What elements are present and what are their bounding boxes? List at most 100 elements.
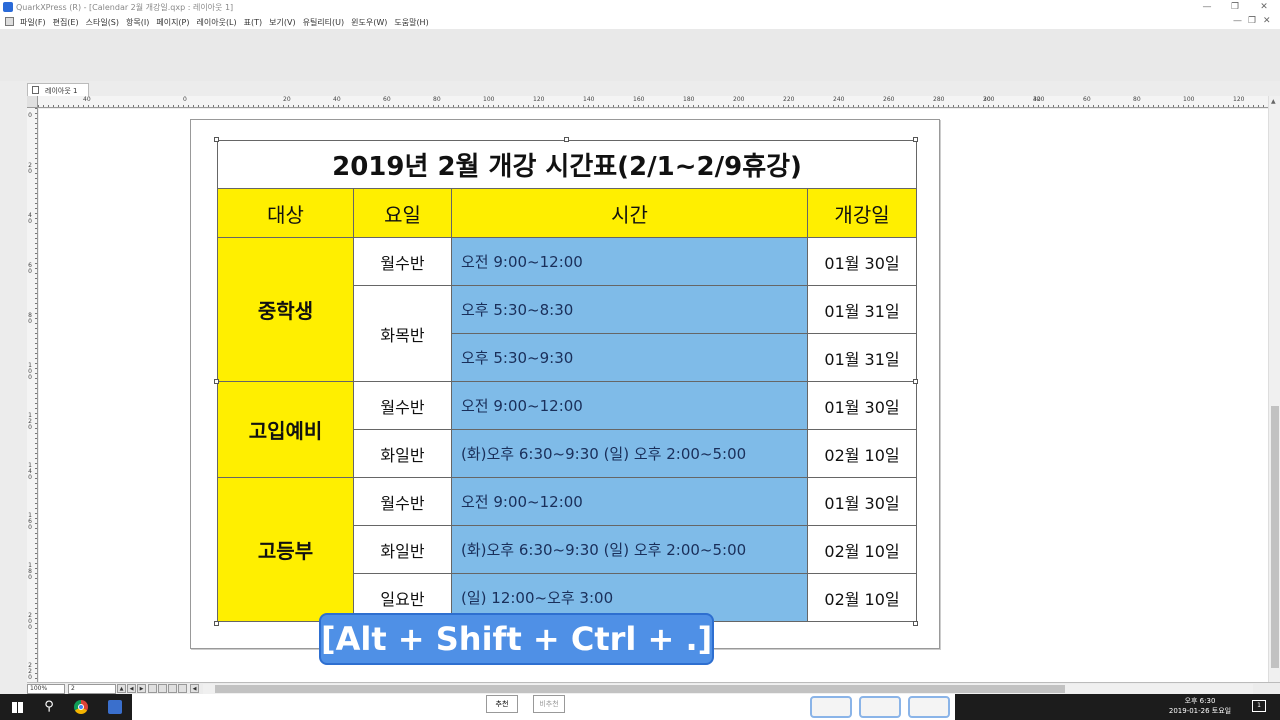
scroll-left-icon[interactable]: ◀ xyxy=(190,684,199,693)
column-header[interactable]: 시간 xyxy=(451,188,808,238)
menu-item[interactable]: 보기(V) xyxy=(269,18,295,27)
doc-restore-icon[interactable]: ❐ xyxy=(1248,16,1256,26)
vertical-ruler[interactable]: 0 2 0 4 0 6 0 8 0 1 0 0 1 2 0 1 4 0 1 6 0 1 8 0 2 … xyxy=(27,108,38,682)
notification-icon[interactable]: 1 xyxy=(1252,700,1266,712)
menu-item[interactable]: 레이아웃(L) xyxy=(197,18,237,27)
start-date-cell[interactable]: 01월 30일 xyxy=(806,381,918,430)
menu-item[interactable]: 항목(I) xyxy=(126,18,149,27)
vertical-scroll-thumb[interactable] xyxy=(1271,406,1279,668)
column-header[interactable]: 개강일 xyxy=(806,188,918,238)
thumbnail-1[interactable] xyxy=(810,696,852,718)
horizontal-scroll-thumb[interactable] xyxy=(215,685,1065,693)
ruler-tick-label: 2 0 xyxy=(28,162,32,175)
menu-item[interactable]: 윈도우(W) xyxy=(351,18,387,27)
minimize-icon[interactable]: — xyxy=(1201,1,1213,13)
scroll-up-icon[interactable]: ▲ xyxy=(1271,98,1276,105)
page-prev-icon[interactable]: ◀ xyxy=(127,684,136,693)
selection-handle[interactable] xyxy=(913,379,918,384)
doc-close-icon[interactable]: ✕ xyxy=(1263,16,1271,26)
view-spread-icon[interactable] xyxy=(158,684,167,693)
day-cell[interactable]: 화목반 xyxy=(353,285,452,382)
menu-item[interactable]: 편집(E) xyxy=(53,18,79,27)
not-recommend-button[interactable]: 비추천 xyxy=(533,695,565,713)
group-cell[interactable]: 고등부 xyxy=(217,477,354,622)
time-cell[interactable]: 오전 9:00~12:00 xyxy=(451,237,808,286)
close-icon[interactable]: ✕ xyxy=(1258,1,1270,13)
time-cell[interactable]: 오전 9:00~12:00 xyxy=(451,381,808,430)
menu-item[interactable]: 표(T) xyxy=(244,18,263,27)
chrome-taskbar-button[interactable] xyxy=(64,694,98,720)
day-cell[interactable]: 월수반 xyxy=(353,237,452,286)
selection-handle[interactable] xyxy=(564,137,569,142)
time-cell[interactable]: 오전 9:00~12:00 xyxy=(451,477,808,526)
system-clock[interactable]: 오후 6:30 2019-01-26 토요일 xyxy=(1160,696,1240,716)
day-cell[interactable]: 화일반 xyxy=(353,525,452,574)
horizontal-ruler[interactable]: 40 0 20 40 60 80 100 120 140 160 180 200 220 240 260 28… xyxy=(38,96,1268,108)
time-cell[interactable]: (화)오후 6:30~9:30 (일) 오후 2:00~5:00 xyxy=(451,525,808,574)
page-up-icon[interactable]: ▲ xyxy=(117,684,126,693)
start-date-cell[interactable]: 02월 10일 xyxy=(806,573,918,622)
ruler-tick-label: 60 xyxy=(1083,96,1091,103)
start-button[interactable] xyxy=(0,694,34,720)
column-header[interactable]: 대상 xyxy=(217,188,354,238)
ruler-tick-label: 60 xyxy=(383,96,391,103)
start-date-cell[interactable]: 01월 31일 xyxy=(806,285,918,334)
time-cell[interactable]: 오후 5:30~8:30 xyxy=(451,285,808,334)
thumbnail-3[interactable] xyxy=(908,696,950,718)
doc-minimize-icon[interactable]: — xyxy=(1233,16,1242,26)
taskbar: ⚲ 추천 비추천 오후 6:30 2019-01-26 토요일 1 xyxy=(0,694,1280,720)
group-cell[interactable]: 중학생 xyxy=(217,237,354,382)
quarkxpress-taskbar-button[interactable] xyxy=(98,694,132,720)
day-cell[interactable]: 월수반 xyxy=(353,381,452,430)
group-cell[interactable]: 고입예비 xyxy=(217,381,354,478)
selection-handle[interactable] xyxy=(913,621,918,626)
menu-item[interactable]: 도움말(H) xyxy=(394,18,428,27)
table-title[interactable]: 2019년 2월 개강 시간표(2/1~2/9휴강) xyxy=(216,140,918,189)
ruler-origin[interactable] xyxy=(27,96,38,108)
selection-handle[interactable] xyxy=(913,137,918,142)
start-date-cell[interactable]: 01월 31일 xyxy=(806,333,918,382)
time-cell[interactable]: 오후 5:30~9:30 xyxy=(451,333,808,382)
time-cell[interactable]: (화)오후 6:30~9:30 (일) 오후 2:00~5:00 xyxy=(451,429,808,478)
column-header[interactable]: 요일 xyxy=(353,188,452,238)
ruler-tick-label: 80 xyxy=(433,96,441,103)
page-number-field[interactable]: 2 xyxy=(68,684,116,694)
start-date-cell[interactable]: 02월 10일 xyxy=(806,525,918,574)
recommend-button[interactable]: 추천 xyxy=(486,695,518,713)
search-icon[interactable]: ⚲ xyxy=(34,694,64,720)
table-row: 중학생 월수반 오전 9:00~12:00 01월 30일 xyxy=(217,237,918,382)
start-date-cell[interactable]: 01월 30일 xyxy=(806,477,918,526)
start-date-cell[interactable]: 02월 10일 xyxy=(806,429,918,478)
day-cell[interactable]: 월수반 xyxy=(353,477,452,526)
title-bar: QuarkXPress (R) - [Calendar 2월 개강일.qxp :… xyxy=(0,0,1280,15)
menu-item[interactable]: 페이지(P) xyxy=(156,18,189,27)
ruler-tick-label: 120 xyxy=(533,96,545,103)
view-mode-icon[interactable] xyxy=(178,684,187,693)
menu-item[interactable]: 유틸리티(U) xyxy=(303,18,345,27)
tab-layout-1[interactable]: 레이아웃 1 xyxy=(27,83,89,96)
vertical-scrollbar[interactable]: ▲ xyxy=(1268,96,1280,682)
schedule-table[interactable]: 2019년 2월 개강 시간표(2/1~2/9휴강) 대상 요일 시간 개강일 중학생 월수… xyxy=(216,140,918,622)
clock-date: 2019-01-26 토요일 xyxy=(1168,707,1232,715)
view-split-icon[interactable] xyxy=(168,684,177,693)
thumbnail-2[interactable] xyxy=(859,696,901,718)
start-date-cell[interactable]: 01월 30일 xyxy=(806,237,918,286)
menu-item[interactable]: 파일(F) xyxy=(20,18,46,27)
selection-handle[interactable] xyxy=(214,379,219,384)
ruler-tick-label: 1 8 0 xyxy=(28,562,32,581)
restore-icon[interactable]: ❐ xyxy=(1229,1,1241,13)
ruler-tick-label: 2 2 0 xyxy=(28,662,32,681)
menu-item[interactable]: 스타일(S) xyxy=(86,18,119,27)
selection-handle[interactable] xyxy=(214,621,219,626)
day-cell[interactable]: 화일반 xyxy=(353,429,452,478)
view-layout-icon[interactable] xyxy=(148,684,157,693)
ruler-tick-label: 120 xyxy=(1233,96,1245,103)
table-header-row: 대상 요일 시간 개강일 xyxy=(217,188,918,238)
ruler-tick-label: 40 xyxy=(333,96,341,103)
document-icon[interactable] xyxy=(5,17,14,26)
selection-handle[interactable] xyxy=(214,137,219,142)
zoom-field[interactable]: 100% xyxy=(27,684,65,694)
page-next-icon[interactable]: ▶ xyxy=(137,684,146,693)
ruler-tick-label: 1 2 0 xyxy=(28,412,32,431)
horizontal-scrollbar[interactable] xyxy=(203,684,1253,694)
